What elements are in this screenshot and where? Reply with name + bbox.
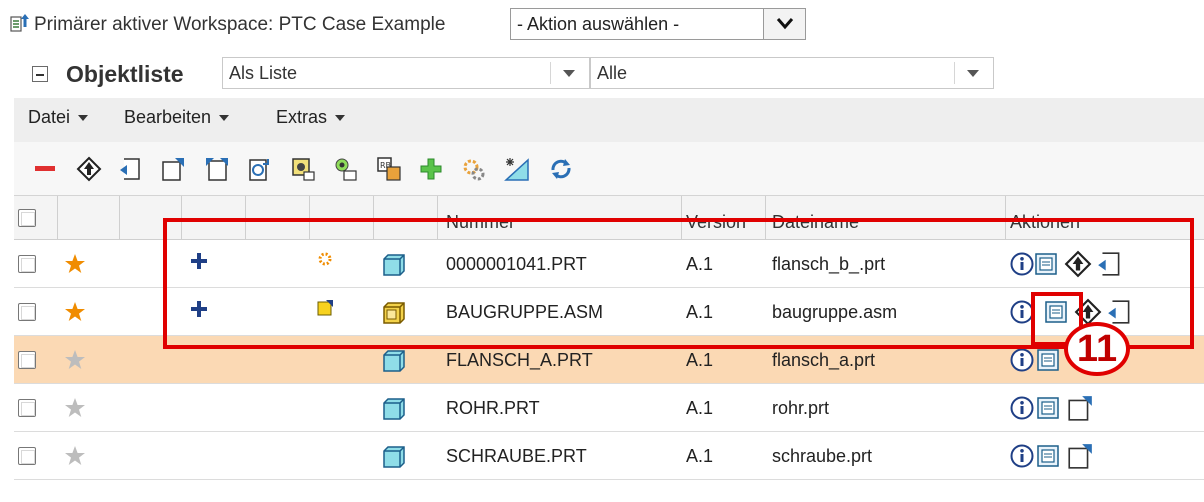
workspace-icon	[10, 12, 32, 34]
view-icon[interactable]	[1036, 396, 1060, 425]
check-out-icon[interactable]	[160, 156, 186, 182]
caret-down-icon	[335, 115, 346, 122]
row-version: A.1	[686, 398, 714, 418]
part-icon	[382, 397, 406, 426]
part-icon	[382, 445, 406, 474]
part-icon	[382, 349, 406, 378]
row-filename: flansch_a.prt	[772, 350, 876, 370]
row-number[interactable]: ROHR.PRT	[446, 398, 540, 419]
workspace-bar: Primärer aktiver Workspace: PTC Case Exa…	[0, 0, 1204, 50]
collapse-icon[interactable]	[32, 66, 48, 82]
row-checkbox[interactable]	[18, 447, 36, 465]
view-select-value: Als Liste	[229, 63, 298, 83]
rename-icon[interactable]: RB	[376, 156, 402, 182]
open-icon[interactable]	[118, 156, 144, 182]
toolbar: RB	[14, 142, 1204, 196]
callout-number: 11	[1076, 328, 1118, 370]
row-filename: rohr.prt	[772, 398, 830, 418]
row-filename: schraube.prt	[772, 446, 873, 466]
workspace-label: Primärer aktiver Workspace: PTC Case Exa…	[34, 14, 446, 35]
annotation-callout: 11	[1064, 322, 1130, 376]
row-number[interactable]: FLANSCH_A.PRT	[446, 350, 593, 371]
view-icon[interactable]	[1036, 348, 1060, 377]
check-out-icon[interactable]	[1066, 442, 1094, 475]
caret-down-icon	[78, 115, 89, 122]
info-icon[interactable]	[1010, 444, 1034, 473]
check-in-icon[interactable]	[76, 156, 102, 182]
menu-bearbeiten[interactable]: Bearbeiten	[124, 107, 230, 128]
action-select[interactable]: - Aktion auswählen -	[510, 8, 806, 40]
regenerate-icon[interactable]	[460, 156, 486, 182]
view-select[interactable]: Als Liste	[222, 57, 590, 89]
filter-select[interactable]: Alle	[590, 57, 994, 89]
info-icon[interactable]	[1010, 396, 1034, 425]
header-favorite-col	[58, 196, 120, 240]
action-select-value: - Aktion auswählen -	[517, 14, 680, 34]
table-row[interactable]: ROHR.PRT A.1 rohr.prt	[14, 384, 1204, 432]
update-icon[interactable]	[246, 156, 272, 182]
row-checkbox[interactable]	[18, 399, 36, 417]
object-list-title: Objektliste	[66, 61, 184, 87]
star-icon[interactable]	[64, 349, 86, 376]
row-number[interactable]: SCHRAUBE.PRT	[446, 446, 587, 467]
select-divider	[954, 62, 955, 84]
caret-down-icon	[219, 115, 230, 122]
menu-label: Extras	[276, 107, 328, 127]
header-select-col	[14, 196, 58, 240]
view-icon[interactable]	[1036, 444, 1060, 473]
filter-select-value: Alle	[597, 63, 628, 83]
star-icon[interactable]	[64, 445, 86, 472]
star-icon[interactable]	[64, 397, 86, 424]
star-icon[interactable]	[64, 301, 86, 328]
star-icon[interactable]	[64, 253, 86, 280]
refresh-icon[interactable]	[548, 156, 574, 182]
download-icon[interactable]	[332, 156, 358, 182]
synchronize-icon[interactable]	[290, 156, 316, 182]
select-all-checkbox[interactable]	[18, 209, 36, 227]
menu-datei[interactable]: Datei	[28, 107, 89, 128]
info-icon[interactable]	[1010, 348, 1034, 377]
table-row[interactable]: SCHRAUBE.PRT A.1 schraube.prt	[14, 432, 1204, 480]
dropdown-arrow-icon[interactable]	[563, 70, 575, 77]
menu-bar: Datei Bearbeiten Extras	[14, 98, 1204, 142]
row-checkbox[interactable]	[18, 255, 36, 273]
select-divider	[550, 62, 551, 84]
new-object-icon[interactable]	[504, 156, 530, 182]
row-checkbox[interactable]	[18, 351, 36, 369]
menu-label: Datei	[28, 107, 71, 127]
check-out-icon[interactable]	[1066, 394, 1094, 427]
undo-checkout-icon[interactable]	[204, 156, 230, 182]
menu-extras[interactable]: Extras	[276, 107, 346, 128]
menu-label: Bearbeiten	[124, 107, 212, 127]
row-version: A.1	[686, 350, 714, 370]
chevron-down-icon[interactable]	[763, 9, 805, 39]
dropdown-arrow-icon[interactable]	[967, 70, 979, 77]
row-checkbox[interactable]	[18, 303, 36, 321]
row-version: A.1	[686, 446, 714, 466]
remove-icon[interactable]	[32, 156, 58, 182]
add-icon[interactable]	[418, 156, 444, 182]
